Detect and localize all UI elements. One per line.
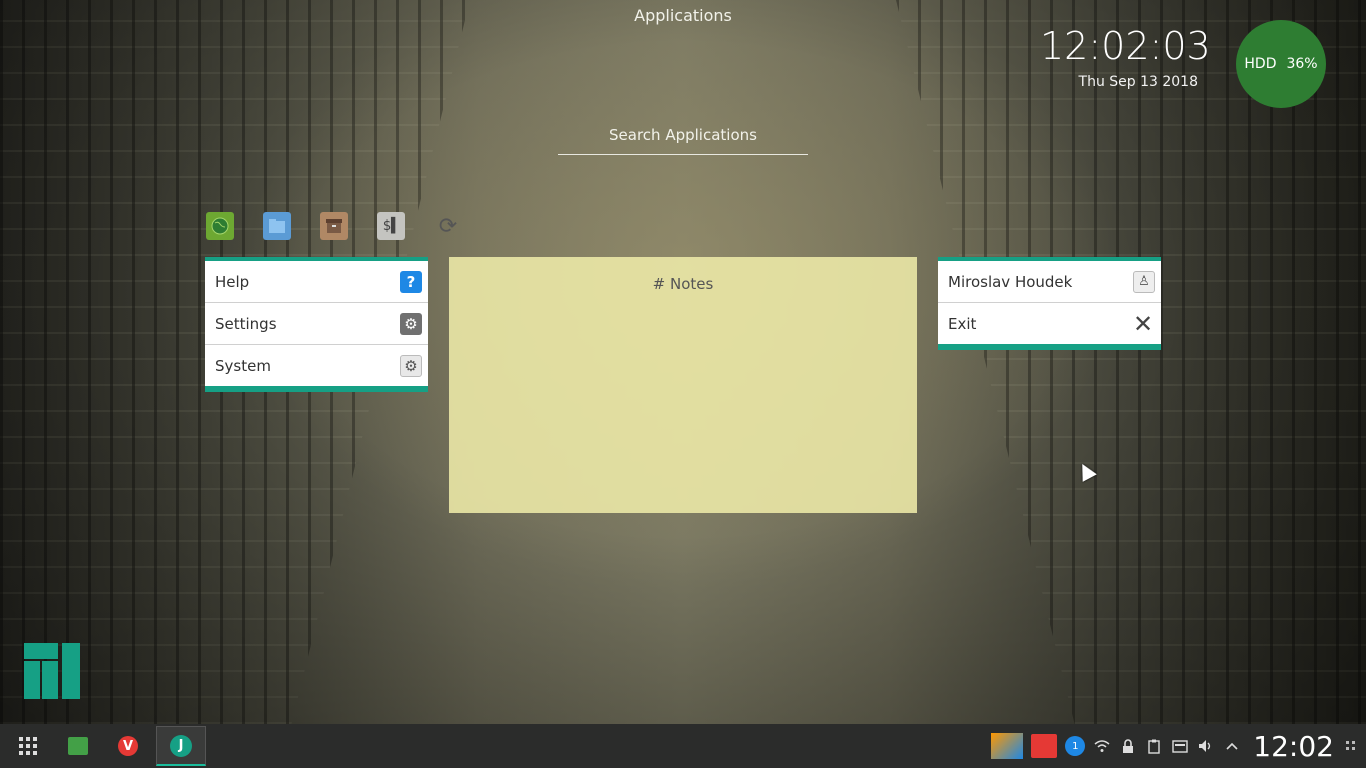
- exit-item[interactable]: Exit ✕: [938, 303, 1161, 344]
- session-panel: Miroslav Houdek ♙ Exit ✕: [938, 257, 1161, 350]
- help-icon: ?: [400, 270, 422, 293]
- drag-handle-icon[interactable]: [1342, 737, 1360, 755]
- folder-icon[interactable]: [263, 212, 291, 240]
- favorites-bar: $▌ ⟳: [206, 212, 462, 240]
- taskbar-journal-button[interactable]: J: [156, 726, 206, 766]
- search-input[interactable]: Search Applications: [558, 126, 808, 155]
- close-icon: ✕: [1132, 309, 1154, 338]
- menu-item-label: System: [215, 356, 271, 375]
- clipboard-icon[interactable]: [1145, 737, 1163, 755]
- wifi-icon[interactable]: [1093, 737, 1111, 755]
- taskbar-files-button[interactable]: [56, 726, 100, 766]
- exit-label: Exit: [948, 314, 977, 333]
- user-name: Miroslav Houdek: [948, 272, 1073, 291]
- taskbar: V J 1 12:02: [0, 724, 1366, 768]
- pamac-icon[interactable]: [991, 733, 1024, 759]
- clock-date: Thu Sep 13 2018: [1078, 74, 1198, 90]
- user-icon: ♙: [1133, 270, 1155, 293]
- hdd-value: 36%: [1286, 56, 1318, 72]
- clock-time: 12:02:03: [1040, 24, 1211, 68]
- archive-icon[interactable]: [320, 212, 348, 240]
- lock-icon[interactable]: [1119, 737, 1137, 755]
- hdd-label: HDD: [1244, 56, 1277, 72]
- gear-icon: ⚙: [400, 312, 422, 335]
- user-account-item[interactable]: Miroslav Houdek ♙: [938, 261, 1161, 303]
- grid-icon[interactable]: [6, 726, 50, 766]
- chevron-up-icon[interactable]: [1223, 737, 1241, 755]
- notes-widget[interactable]: # Notes: [449, 257, 917, 513]
- taskbar-vivaldi-button[interactable]: V: [106, 726, 150, 766]
- terminal-icon[interactable]: $▌: [377, 212, 405, 240]
- menu-item-label: Help: [215, 272, 250, 291]
- menu-item-label: Settings: [215, 314, 277, 333]
- menu-title: Applications: [634, 6, 732, 25]
- bag-icon[interactable]: [1031, 734, 1058, 758]
- globe-icon[interactable]: [206, 212, 234, 240]
- manjaro-logo-icon: [24, 643, 80, 699]
- vivaldi-icon: V: [118, 736, 138, 756]
- taskbar-clock[interactable]: 12:02: [1253, 730, 1334, 763]
- hdd-usage-widget: HDD 36%: [1236, 20, 1326, 108]
- volume-icon[interactable]: [1197, 737, 1215, 755]
- refresh-icon[interactable]: ⟳: [434, 212, 462, 240]
- system-menu-panel: Help ? Settings ⚙ System ⚙: [205, 257, 428, 392]
- clock-widget: 12:02:03 Thu Sep 13 2018: [1040, 24, 1211, 90]
- menu-item-system[interactable]: System ⚙: [205, 345, 428, 386]
- folder-icon: [68, 737, 88, 755]
- storage-icon[interactable]: [1171, 737, 1189, 755]
- update-badge-icon[interactable]: 1: [1065, 736, 1086, 756]
- gear-icon: ⚙: [400, 354, 422, 377]
- notes-title: # Notes: [652, 275, 714, 293]
- menu-item-help[interactable]: Help ?: [205, 261, 428, 303]
- j-app-icon: J: [170, 734, 192, 757]
- system-tray: 1 12:02: [991, 724, 1366, 768]
- menu-item-settings[interactable]: Settings ⚙: [205, 303, 428, 345]
